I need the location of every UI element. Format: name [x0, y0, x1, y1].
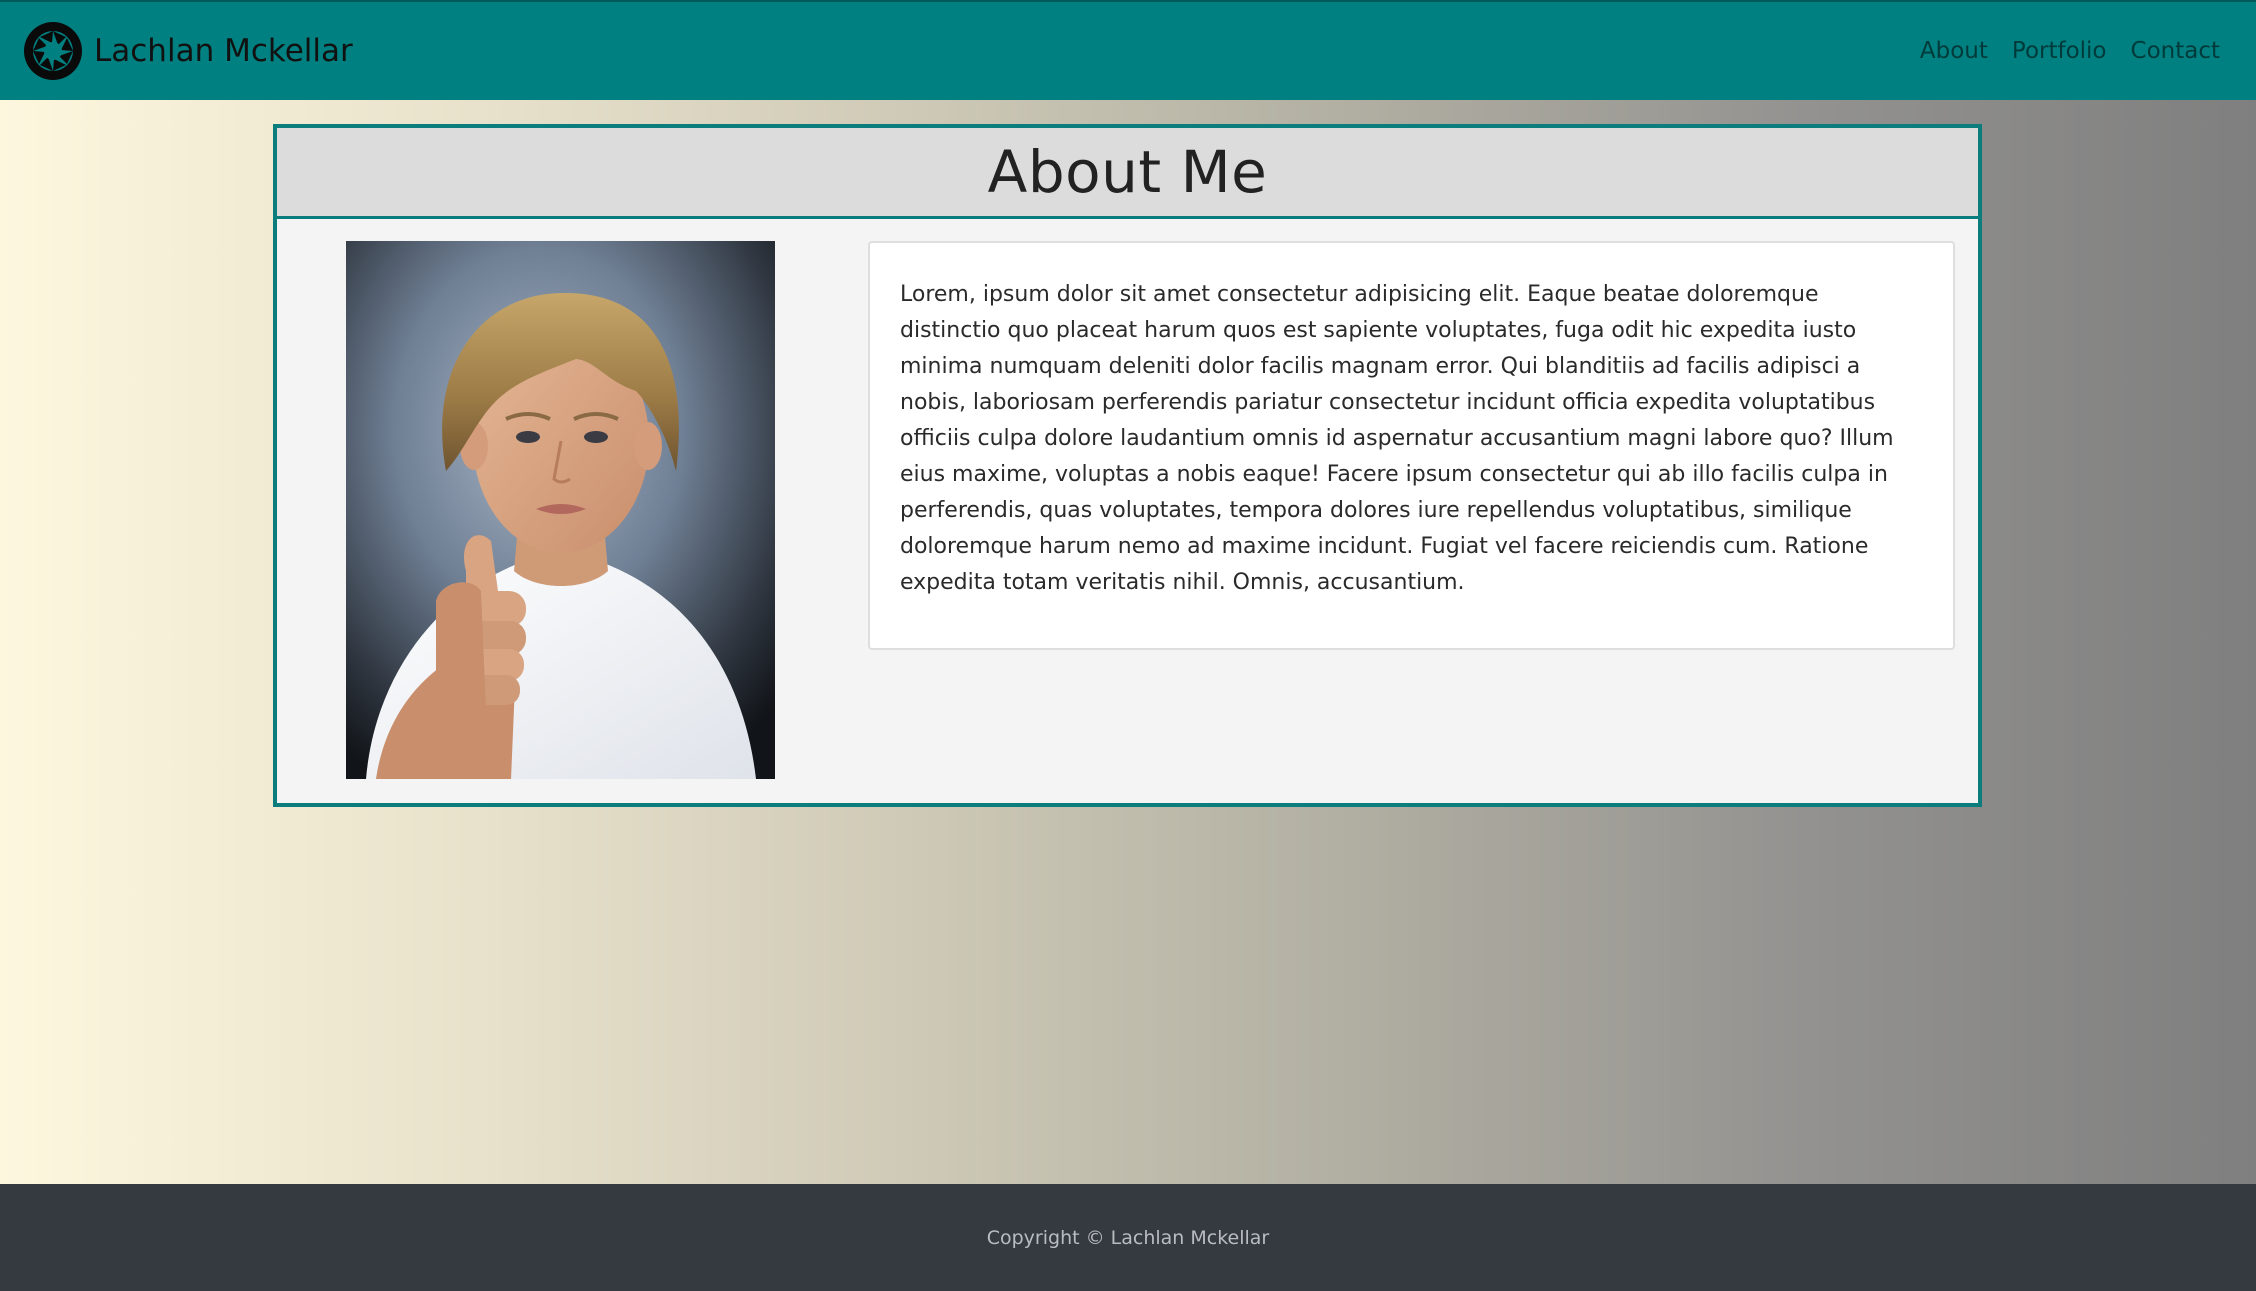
bio-box: Lorem, ipsum dolor sit amet consectetur … [868, 241, 1955, 650]
aperture-icon [24, 22, 82, 80]
navbar: Lachlan Mckellar About Portfolio Contact [0, 0, 2256, 100]
copyright-text: Copyright © Lachlan Mckellar [986, 1226, 1270, 1249]
brand-name: Lachlan Mckellar [94, 33, 353, 69]
bio-text: Lorem, ipsum dolor sit amet consectetur … [900, 282, 1894, 595]
nav-link-contact[interactable]: Contact [2131, 38, 2220, 64]
nav-link-portfolio[interactable]: Portfolio [2012, 38, 2107, 64]
page-title: About Me [987, 138, 1268, 206]
footer: Copyright © Lachlan Mckellar [0, 1184, 2256, 1291]
nav-links: About Portfolio Contact [1896, 38, 2220, 64]
nav-link-about[interactable]: About [1920, 38, 1988, 64]
about-header: About Me [277, 128, 1978, 219]
portrait-photo [346, 241, 775, 779]
brand-link[interactable]: Lachlan Mckellar [22, 19, 353, 83]
about-card: About Me Lorem, ipsum dolor sit amet con… [273, 124, 1982, 807]
